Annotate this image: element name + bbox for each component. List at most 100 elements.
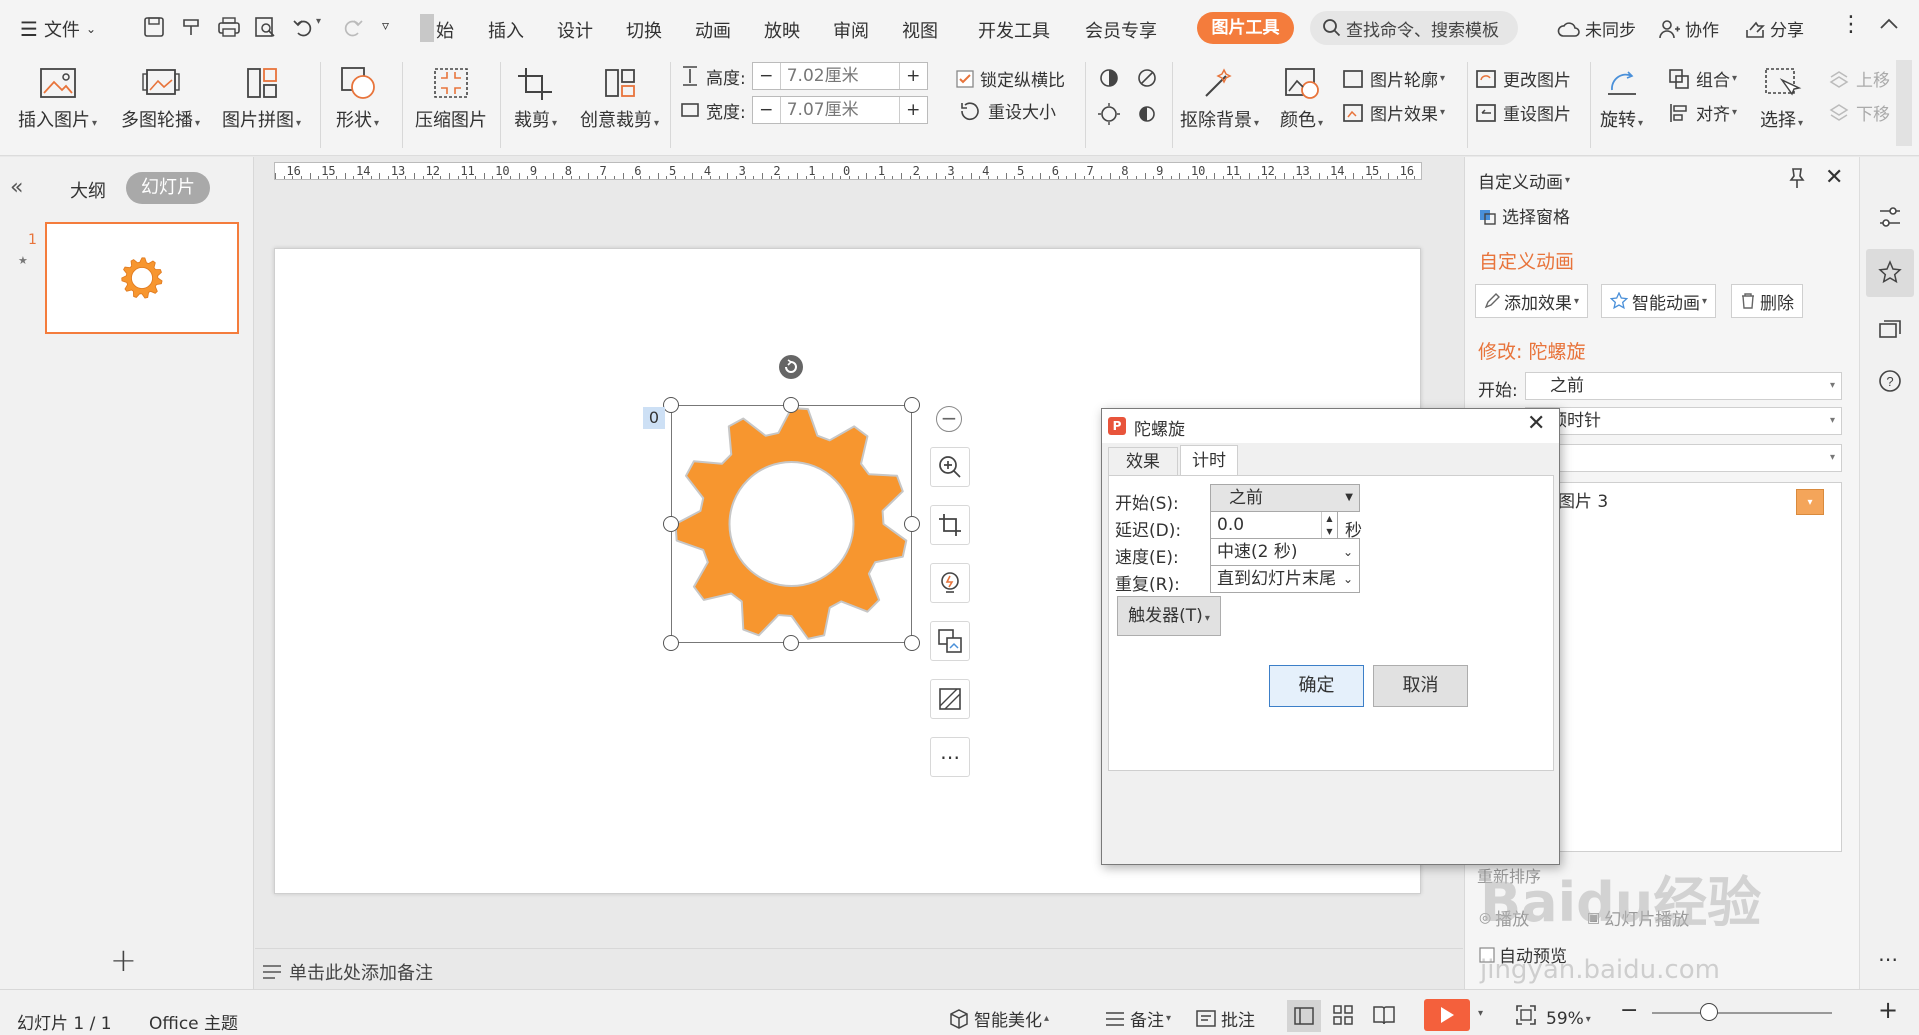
height-increment[interactable]: + — [898, 63, 927, 89]
collapse-panel-icon[interactable]: « — [10, 175, 23, 200]
crop-tool[interactable] — [930, 505, 970, 545]
rotate-handle[interactable] — [779, 355, 803, 379]
tab-picture-tools[interactable]: 图片工具 — [1197, 12, 1294, 44]
smart-suggest-tool[interactable] — [930, 563, 970, 603]
slide-thumbnail[interactable] — [45, 222, 239, 334]
resize-handle-sw[interactable] — [663, 635, 679, 651]
resize-handle-n[interactable] — [783, 397, 799, 413]
save-icon[interactable] — [143, 16, 165, 38]
tab-view[interactable]: 视图 — [902, 17, 938, 43]
resize-handle-se[interactable] — [904, 635, 920, 651]
color-button[interactable]: 颜色 ▾ — [1280, 66, 1323, 132]
speed-combo[interactable]: 中速(2 秒) ⌄ — [1210, 538, 1360, 566]
replace-image-tool[interactable] — [930, 621, 970, 661]
align-button[interactable]: 对齐 ▾ — [1668, 100, 1737, 125]
sorter-view-icon[interactable] — [1332, 1004, 1354, 1026]
start-dropdown[interactable]: 之前 ▾ — [1525, 372, 1842, 400]
contrast-up-icon[interactable] — [1135, 66, 1159, 90]
ok-button[interactable]: 确定 — [1269, 665, 1364, 707]
notes-toggle[interactable]: 备注 ▾ — [1104, 1006, 1171, 1031]
speed-dropdown[interactable]: ▾ — [1525, 444, 1842, 472]
collapse-toolbar-icon[interactable]: − — [936, 406, 962, 432]
play-slideshow-button[interactable] — [1424, 999, 1470, 1031]
width-decrement[interactable]: − — [753, 97, 781, 123]
share-button[interactable]: 分享 — [1744, 16, 1804, 41]
format-painter-icon[interactable] — [180, 16, 202, 38]
tab-slideshow[interactable]: 放映 — [764, 17, 800, 43]
add-effect-button[interactable]: 添加效果 ▾ — [1475, 284, 1589, 318]
tab-outline[interactable]: 大纲 — [70, 177, 106, 203]
rotate-button[interactable]: 旋转 ▾ — [1600, 66, 1643, 132]
ribbon-scrollbar[interactable] — [1896, 60, 1912, 146]
resize-handle-ne[interactable] — [904, 397, 920, 413]
gear-picture[interactable] — [671, 405, 912, 643]
comments-toggle[interactable]: 批注 — [1195, 1006, 1255, 1031]
creative-crop-button[interactable]: 创意裁剪 ▾ — [580, 66, 659, 132]
more-horizontal-icon[interactable]: ⋯ — [1878, 947, 1898, 971]
collage-button[interactable]: 图片拼图 ▾ — [222, 66, 301, 132]
reading-view-icon[interactable] — [1372, 1004, 1396, 1026]
spinner-arrows-icon[interactable]: ▲ ▼ — [1321, 512, 1337, 538]
pane-header[interactable]: 自定义动画 ▾ — [1478, 168, 1570, 193]
reset-picture-button[interactable]: 重设图片 — [1475, 100, 1571, 125]
smart-animation-button[interactable]: 智能动画 ▾ — [1601, 284, 1717, 318]
notes-bar[interactable]: 单击此处添加备注 — [255, 948, 1463, 989]
tab-start[interactable]: 始 — [436, 17, 454, 43]
close-pane-icon[interactable]: ✕ — [1825, 165, 1843, 190]
help-icon[interactable]: ? — [1878, 369, 1902, 393]
tab-timing[interactable]: 计时 — [1180, 445, 1238, 476]
collapse-ribbon-icon[interactable] — [1878, 14, 1900, 34]
crop-button[interactable]: 裁剪 ▾ — [514, 66, 557, 132]
zoom-slider-thumb[interactable] — [1700, 1003, 1718, 1021]
slide-transition-icon[interactable] — [1878, 319, 1902, 343]
tab-insert[interactable]: 插入 — [488, 17, 524, 43]
compress-button[interactable]: 压缩图片 — [415, 66, 487, 132]
zoom-in-tool[interactable] — [930, 447, 970, 487]
print-preview-icon[interactable] — [254, 16, 276, 38]
contrast-down-icon[interactable] — [1135, 102, 1159, 126]
slideshow-options-icon[interactable]: ▾ — [1478, 1008, 1483, 1019]
move-down-button[interactable]: 下移 — [1828, 100, 1890, 125]
dialog-titlebar[interactable]: P 陀螺旋 ✕ — [1102, 409, 1559, 443]
picture-outline-button[interactable]: 图片轮廓 ▾ — [1342, 66, 1445, 91]
animation-list-item[interactable]: 图片 3 — [1526, 487, 1796, 517]
tab-developer[interactable]: 开发工具 — [978, 17, 1050, 43]
remove-background-button[interactable]: 抠除背景 ▾ — [1180, 66, 1259, 132]
list-item-dropdown-icon[interactable]: ▾ — [1796, 489, 1824, 515]
undo-button[interactable]: ▾ — [292, 16, 321, 38]
search-box[interactable]: 查找命令、搜索模板 — [1310, 11, 1518, 45]
tab-design[interactable]: 设计 — [557, 17, 593, 43]
resize-handle-s[interactable] — [783, 635, 799, 651]
delay-spinner[interactable]: 0.0 ▲ ▼ — [1210, 511, 1338, 539]
tab-slides[interactable]: 幻灯片 — [126, 172, 210, 204]
smart-beautify-button[interactable]: 智能美化 ▴ — [948, 1006, 1049, 1031]
cancel-button[interactable]: 取消 — [1373, 665, 1468, 707]
tab-member[interactable]: 会员专享 — [1085, 17, 1157, 43]
trigger-button[interactable]: 触发器(T) ▾ — [1117, 596, 1221, 636]
height-input[interactable]: − 7.02厘米 + — [751, 62, 928, 90]
shape-button[interactable]: 形状 ▾ — [336, 66, 379, 132]
carousel-button[interactable]: 多图轮播 ▾ — [121, 66, 200, 132]
delete-button[interactable]: 删除 — [1731, 284, 1803, 318]
resize-handle-nw[interactable] — [663, 397, 679, 413]
tab-effect[interactable]: 效果 — [1108, 447, 1178, 475]
tab-scroll-left[interactable] — [420, 14, 434, 42]
lock-ratio-checkbox[interactable]: 锁定纵横比 — [956, 66, 1065, 91]
collab-button[interactable]: 协作 — [1659, 16, 1719, 41]
customize-qat-icon[interactable]: ▿ — [382, 18, 389, 34]
direction-dropdown[interactable]: 顺时针 ▾ — [1525, 407, 1842, 435]
add-slide-button[interactable]: + — [110, 941, 137, 979]
file-menu[interactable]: ☰ 文件 ⌄ — [20, 16, 96, 42]
zoom-in-icon[interactable]: + — [1878, 996, 1898, 1024]
height-decrement[interactable]: − — [753, 63, 781, 89]
height-value[interactable]: 7.02厘米 — [781, 63, 899, 89]
resize-handle-e[interactable] — [904, 516, 920, 532]
width-input[interactable]: − 7.07厘米 + — [751, 96, 928, 124]
selection-pane-link[interactable]: 选择窗格 — [1479, 203, 1570, 228]
repeat-combo[interactable]: 直到幻灯片末尾 ⌄ — [1210, 565, 1360, 593]
picture-effects-button[interactable]: 图片效果 ▾ — [1342, 100, 1445, 125]
redo-icon[interactable] — [342, 16, 364, 38]
pin-icon[interactable] — [1787, 167, 1807, 189]
theme-name[interactable]: Office 主题 — [149, 1009, 238, 1034]
tab-review[interactable]: 审阅 — [833, 17, 869, 43]
